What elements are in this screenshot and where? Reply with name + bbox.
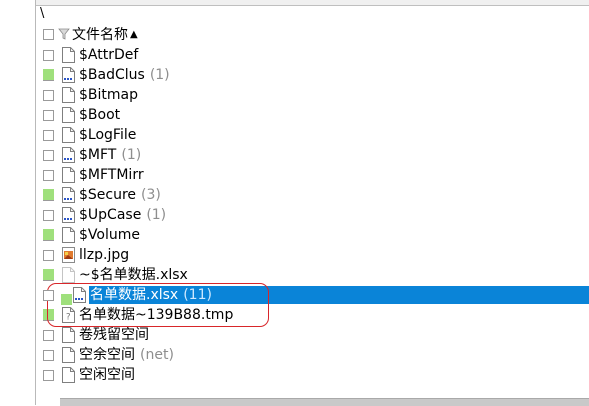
file-name[interactable]: $Secure <box>78 186 137 204</box>
filename-column-label[interactable]: 文件名称 <box>72 24 128 44</box>
row-checkbox[interactable] <box>43 369 54 381</box>
file-name[interactable]: llzp.jpg <box>78 246 130 264</box>
doc-icon <box>62 347 75 363</box>
row-checkbox[interactable] <box>43 249 54 261</box>
file-row[interactable]: $Volume <box>36 225 589 245</box>
row-checkbox[interactable] <box>43 89 54 101</box>
doc-multi-icon <box>62 147 75 163</box>
file-row[interactable]: $Boot <box>36 105 589 125</box>
file-name[interactable]: ~$名单数据.xlsx <box>78 266 189 284</box>
file-row[interactable]: ? 名单数据~139B88.tmp <box>36 305 589 325</box>
filter-funnel-icon[interactable] <box>58 28 70 40</box>
image-icon <box>62 247 75 263</box>
file-name[interactable]: $MFTMirr <box>78 166 145 184</box>
file-row[interactable]: $MFTMirr <box>36 165 589 185</box>
file-name[interactable]: $LogFile <box>78 126 137 144</box>
row-checkbox[interactable] <box>43 269 54 281</box>
row-checkbox[interactable] <box>43 129 54 141</box>
file-list: $AttrDef $BadClus (1) $Bitmap $Boot $LogFile $… <box>36 45 589 385</box>
sort-ascending-icon: ▲ <box>130 28 138 40</box>
file-name[interactable]: $Boot <box>78 106 121 124</box>
unknown-doc-icon: ? <box>62 307 75 323</box>
recovery-marker <box>61 293 72 305</box>
file-row[interactable]: $MFT (1) <box>36 145 589 165</box>
file-name[interactable]: $AttrDef <box>78 46 139 64</box>
file-count: (net) <box>140 347 174 363</box>
row-checkbox[interactable] <box>43 149 54 161</box>
doc-multi-icon <box>62 67 75 83</box>
doc-icon <box>62 87 75 103</box>
file-row[interactable]: 名单数据.xlsx (11) <box>36 285 589 305</box>
file-count: (11) <box>183 287 212 303</box>
row-checkbox[interactable] <box>43 349 54 361</box>
row-checkbox[interactable] <box>43 169 54 181</box>
row-checkbox[interactable] <box>43 309 54 321</box>
doc-icon <box>62 227 75 243</box>
top-scrollbar-strip <box>36 0 589 6</box>
file-name[interactable]: $MFT <box>78 146 117 164</box>
doc-icon <box>62 167 75 183</box>
file-count: (1) <box>146 207 167 223</box>
doc-icon <box>62 107 75 123</box>
file-name[interactable]: 卷残留空间 <box>78 326 150 344</box>
doc-icon <box>62 127 75 143</box>
file-row[interactable]: llzp.jpg <box>36 245 589 265</box>
file-count: (1) <box>149 67 170 83</box>
file-row[interactable]: $BadClus (1) <box>36 65 589 85</box>
doc-multi-icon <box>62 207 75 223</box>
svg-text:?: ? <box>66 313 71 323</box>
doc-icon <box>62 47 75 63</box>
doc-faded-icon <box>62 267 75 283</box>
row-checkbox[interactable] <box>43 49 54 61</box>
doc-multi-icon <box>62 187 75 203</box>
file-count: (3) <box>141 187 161 203</box>
file-row[interactable]: 卷残留空间 <box>36 325 589 345</box>
folder-tree-pane[interactable] <box>0 0 36 405</box>
file-count: (1) <box>121 147 142 163</box>
file-name[interactable]: 名单数据~139B88.tmp <box>78 306 234 324</box>
file-name[interactable]: $BadClus <box>78 66 146 84</box>
file-name[interactable]: 空余空间 <box>78 346 136 364</box>
row-checkbox[interactable] <box>43 209 54 221</box>
file-name[interactable]: 空闲空间 <box>78 366 136 384</box>
file-name[interactable]: $UpCase <box>78 206 142 224</box>
row-checkbox[interactable] <box>43 329 54 341</box>
row-checkbox[interactable] <box>43 289 54 301</box>
file-row[interactable]: ~$名单数据.xlsx <box>36 265 589 285</box>
file-row[interactable]: $UpCase (1) <box>36 205 589 225</box>
file-name[interactable]: $Volume <box>78 226 141 244</box>
file-list-pane: \ 文件名称 ▲ $AttrDef $BadClus (1) $Bitmap $Boot… <box>36 0 589 405</box>
file-name[interactable]: $Bitmap <box>78 86 139 104</box>
current-path: \ <box>40 6 45 21</box>
row-checkbox[interactable] <box>43 229 54 241</box>
file-name[interactable]: 名单数据.xlsx <box>89 286 180 304</box>
doc-multi-icon <box>73 287 86 303</box>
file-row[interactable]: 空闲空间 <box>36 365 589 385</box>
file-row[interactable]: $AttrDef <box>36 45 589 65</box>
file-row[interactable]: 空余空间 (net) <box>36 345 589 365</box>
file-row[interactable]: $LogFile <box>36 125 589 145</box>
file-row[interactable]: $Secure (3) <box>36 185 589 205</box>
doc-icon <box>62 327 75 343</box>
column-header[interactable]: 文件名称 ▲ <box>36 24 589 44</box>
doc-icon <box>62 367 75 383</box>
row-checkbox[interactable] <box>43 69 54 81</box>
row-checkbox[interactable] <box>43 189 54 201</box>
row-checkbox[interactable] <box>43 109 54 121</box>
select-all-checkbox[interactable] <box>43 28 54 40</box>
file-row[interactable]: $Bitmap <box>36 85 589 105</box>
